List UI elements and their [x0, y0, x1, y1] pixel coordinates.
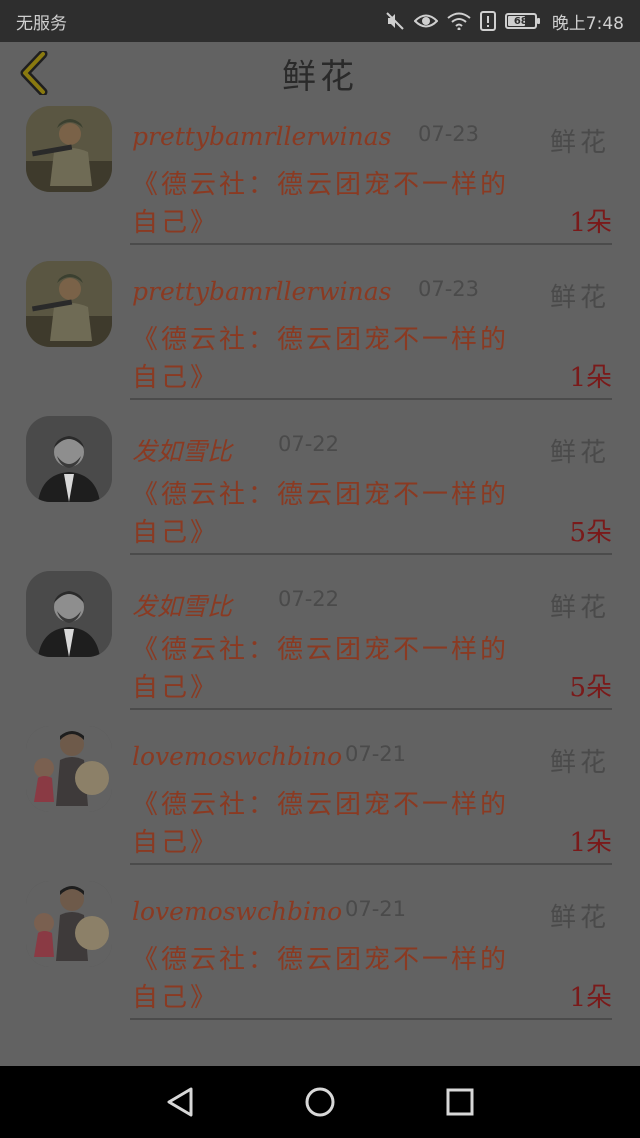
user-name: prettybamrllerwinas [132, 122, 392, 151]
divider [130, 398, 612, 400]
header: 鲜花 [0, 42, 640, 104]
gift-category: 鲜花 [549, 438, 610, 468]
mute-icon [386, 12, 404, 30]
content-title: 《德云社：德云团宠不一样的自己》 [132, 325, 510, 393]
content-title: 《德云社：德云团宠不一样的自己》 [132, 480, 510, 548]
list-item[interactable]: 发如雪比 07-22 鲜花 《德云社：德云团宠不一样的自己》 5朵 [0, 569, 640, 724]
gift-count: 1朵 [569, 828, 612, 858]
avatar[interactable] [26, 571, 112, 657]
date: 07-23 [418, 277, 480, 301]
list-item[interactable]: prettybamrllerwinas 07-23 鲜花 《德云社：德云团宠不一… [0, 104, 640, 259]
content-title: 《德云社：德云团宠不一样的自己》 [132, 635, 510, 703]
list-item[interactable]: prettybamrllerwinas 07-23 鲜花 《德云社：德云团宠不一… [0, 259, 640, 414]
date: 07-23 [418, 122, 480, 146]
user-name: lovemoswchbino [132, 742, 343, 771]
back-button[interactable] [14, 50, 54, 96]
date: 07-21 [345, 742, 407, 766]
gift-list: prettybamrllerwinas 07-23 鲜花 《德云社：德云团宠不一… [0, 104, 640, 1034]
status-bar: 无服务 68 晚上7:48 [0, 0, 640, 42]
circle-home-icon [305, 1087, 335, 1117]
list-item[interactable]: lovemoswchbino 07-21 鲜花 《德云社：德云团宠不一样的自己》… [0, 879, 640, 1034]
user-name: 发如雪比 [132, 437, 233, 466]
gift-count: 5朵 [569, 673, 612, 703]
gift-category: 鲜花 [549, 903, 610, 933]
gift-count: 5朵 [569, 518, 612, 548]
gift-category: 鲜花 [549, 128, 610, 158]
nav-home-button[interactable] [290, 1072, 350, 1132]
gift-category: 鲜花 [549, 748, 610, 778]
user-name: lovemoswchbino [132, 897, 343, 926]
battery-icon: 68 [504, 13, 540, 29]
page-title: 鲜花 [282, 56, 358, 97]
divider [130, 863, 612, 865]
avatar[interactable] [26, 106, 112, 192]
content-title: 《德云社：德云团宠不一样的自己》 [132, 945, 510, 1013]
avatar[interactable] [26, 261, 112, 347]
user-name: 发如雪比 [132, 592, 233, 621]
gift-count: 1朵 [569, 363, 612, 393]
avatar[interactable] [26, 416, 112, 502]
nav-back-button[interactable] [150, 1072, 210, 1132]
gift-count: 1朵 [569, 983, 612, 1013]
divider [130, 1018, 612, 1020]
date: 07-22 [278, 432, 340, 456]
list-item[interactable]: lovemoswchbino 07-21 鲜花 《德云社：德云团宠不一样的自己》… [0, 724, 640, 879]
divider [130, 243, 612, 245]
avatar[interactable] [26, 726, 112, 812]
gift-category: 鲜花 [549, 593, 610, 623]
gift-category: 鲜花 [549, 283, 610, 313]
content-title: 《德云社：德云团宠不一样的自己》 [132, 170, 510, 238]
date: 07-21 [345, 897, 407, 921]
nav-recents-button[interactable] [430, 1072, 490, 1132]
clock: 晚上7:48 [551, 13, 624, 34]
divider [130, 553, 612, 555]
gift-count: 1朵 [569, 208, 612, 238]
alert-icon [479, 11, 496, 31]
date: 07-22 [278, 587, 340, 611]
user-name: prettybamrllerwinas [132, 277, 392, 306]
triangle-back-icon [167, 1087, 193, 1117]
system-nav-bar [0, 1066, 640, 1138]
eye-icon [413, 14, 438, 28]
battery-level: 68 [513, 15, 528, 27]
content-title: 《德云社：德云团宠不一样的自己》 [132, 790, 510, 858]
status-icons: 68 晚上7:48 [385, 9, 624, 34]
divider [130, 708, 612, 710]
list-item[interactable]: 发如雪比 07-22 鲜花 《德云社：德云团宠不一样的自己》 5朵 [0, 414, 640, 569]
carrier-text: 无服务 [16, 13, 67, 34]
chevron-left-icon [20, 51, 48, 95]
square-recents-icon [446, 1088, 474, 1116]
wifi-icon [447, 12, 471, 30]
avatar[interactable] [26, 881, 112, 967]
